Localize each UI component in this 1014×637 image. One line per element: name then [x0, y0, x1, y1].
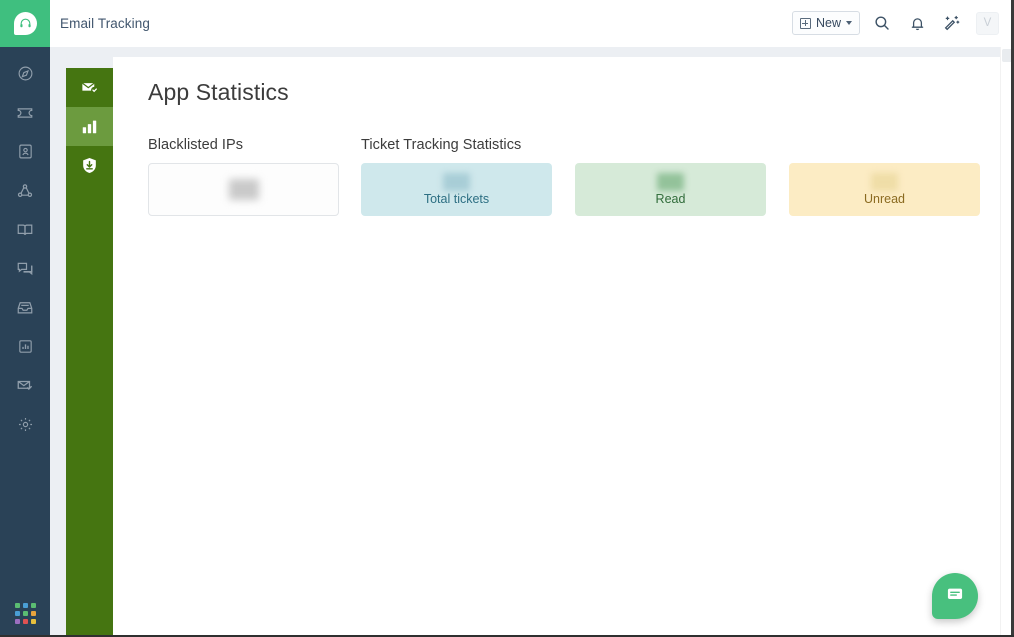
- stat-value-placeholder: [228, 179, 259, 200]
- bar-chart-box-icon: [17, 338, 34, 355]
- bar-chart-icon: [80, 117, 99, 136]
- sidebar-item-solutions[interactable]: [0, 210, 50, 249]
- page-title: App Statistics: [148, 79, 289, 105]
- search-icon: [873, 14, 891, 32]
- rail-item-list: [0, 47, 50, 444]
- plus-square-icon: [799, 17, 811, 29]
- statistics-sections: Blacklisted IPs Ticket Tracking Statisti…: [148, 137, 1001, 216]
- page-breadcrumb-title: Email Tracking: [60, 15, 150, 31]
- top-bar: Email Tracking New V: [50, 0, 1014, 47]
- sidebar-item-email[interactable]: [0, 366, 50, 405]
- assist-button[interactable]: [939, 10, 965, 36]
- section-blacklisted-ips: Blacklisted IPs: [148, 137, 339, 216]
- stat-value-placeholder: [657, 173, 684, 191]
- support-chat-button[interactable]: [932, 573, 978, 619]
- stat-value-placeholder: [871, 173, 898, 191]
- gear-icon: [17, 416, 34, 433]
- module-navigation-rail: [66, 68, 113, 637]
- sidebar-item-forums[interactable]: [0, 249, 50, 288]
- avatar[interactable]: V: [976, 11, 999, 35]
- headset-leaf-logo-icon: [13, 12, 37, 35]
- stat-value-placeholder: [443, 173, 470, 191]
- compass-dashboard-icon: [17, 65, 34, 82]
- envelope-check-icon: [16, 377, 34, 395]
- section-label: Ticket Tracking Statistics: [361, 137, 522, 153]
- app-grid-button[interactable]: [0, 603, 50, 624]
- top-bar-actions: New V: [791, 10, 1014, 36]
- ticket-icon: [16, 104, 34, 122]
- app-grid-icon: [14, 603, 36, 624]
- module-item-blacklist[interactable]: [66, 146, 113, 185]
- new-button-label: New: [815, 16, 841, 30]
- envelope-check-icon: [80, 78, 99, 97]
- section-card-list: Total tickets Read Unread: [361, 163, 980, 216]
- stat-card-total-tickets[interactable]: Total tickets: [361, 163, 552, 216]
- inbox-tray-icon: [16, 299, 34, 317]
- stat-card-label: Read: [655, 192, 686, 206]
- sidebar-item-tickets[interactable]: [0, 93, 50, 132]
- network-share-icon: [16, 182, 34, 200]
- new-button[interactable]: New: [791, 11, 860, 35]
- avatar-initial: V: [983, 17, 992, 29]
- contact-card-icon: [17, 143, 34, 160]
- stat-card-read[interactable]: Read: [575, 163, 766, 216]
- chat-bubbles-icon: [16, 260, 34, 278]
- stat-card-blacklisted-ips[interactable]: [148, 163, 339, 216]
- stat-card-label: Total tickets: [423, 192, 490, 206]
- search-button[interactable]: [869, 10, 895, 36]
- primary-navigation-rail: [0, 0, 50, 637]
- notifications-button[interactable]: [904, 10, 930, 36]
- book-open-icon: [16, 221, 34, 239]
- section-card-list: [148, 163, 339, 216]
- main-content: App Statistics Blacklisted IPs Ticket Tr…: [113, 57, 1001, 637]
- chevron-down-icon: [846, 21, 852, 25]
- module-item-app-statistics[interactable]: [66, 107, 113, 146]
- sidebar-item-analytics[interactable]: [0, 327, 50, 366]
- sidebar-item-social[interactable]: [0, 288, 50, 327]
- sidebar-item-admin[interactable]: [0, 405, 50, 444]
- stat-card-unread[interactable]: Unread: [789, 163, 980, 216]
- application-window: Email Tracking New V App Statistics Blac…: [0, 0, 1014, 637]
- sidebar-item-dashboard[interactable]: [0, 54, 50, 93]
- sidebar-item-contacts[interactable]: [0, 132, 50, 171]
- chat-bubble-icon: [945, 584, 965, 609]
- logo-button[interactable]: [0, 0, 50, 47]
- stat-card-label: Unread: [864, 192, 905, 206]
- sidebar-item-customers[interactable]: [0, 171, 50, 210]
- section-ticket-tracking-statistics: Ticket Tracking Statistics Total tickets…: [361, 137, 980, 216]
- bell-icon: [909, 15, 926, 32]
- module-item-email-tracking[interactable]: [66, 68, 113, 107]
- shield-download-icon: [80, 156, 99, 175]
- magic-wand-sparkle-icon: [943, 14, 961, 32]
- section-label: Blacklisted IPs: [148, 137, 244, 153]
